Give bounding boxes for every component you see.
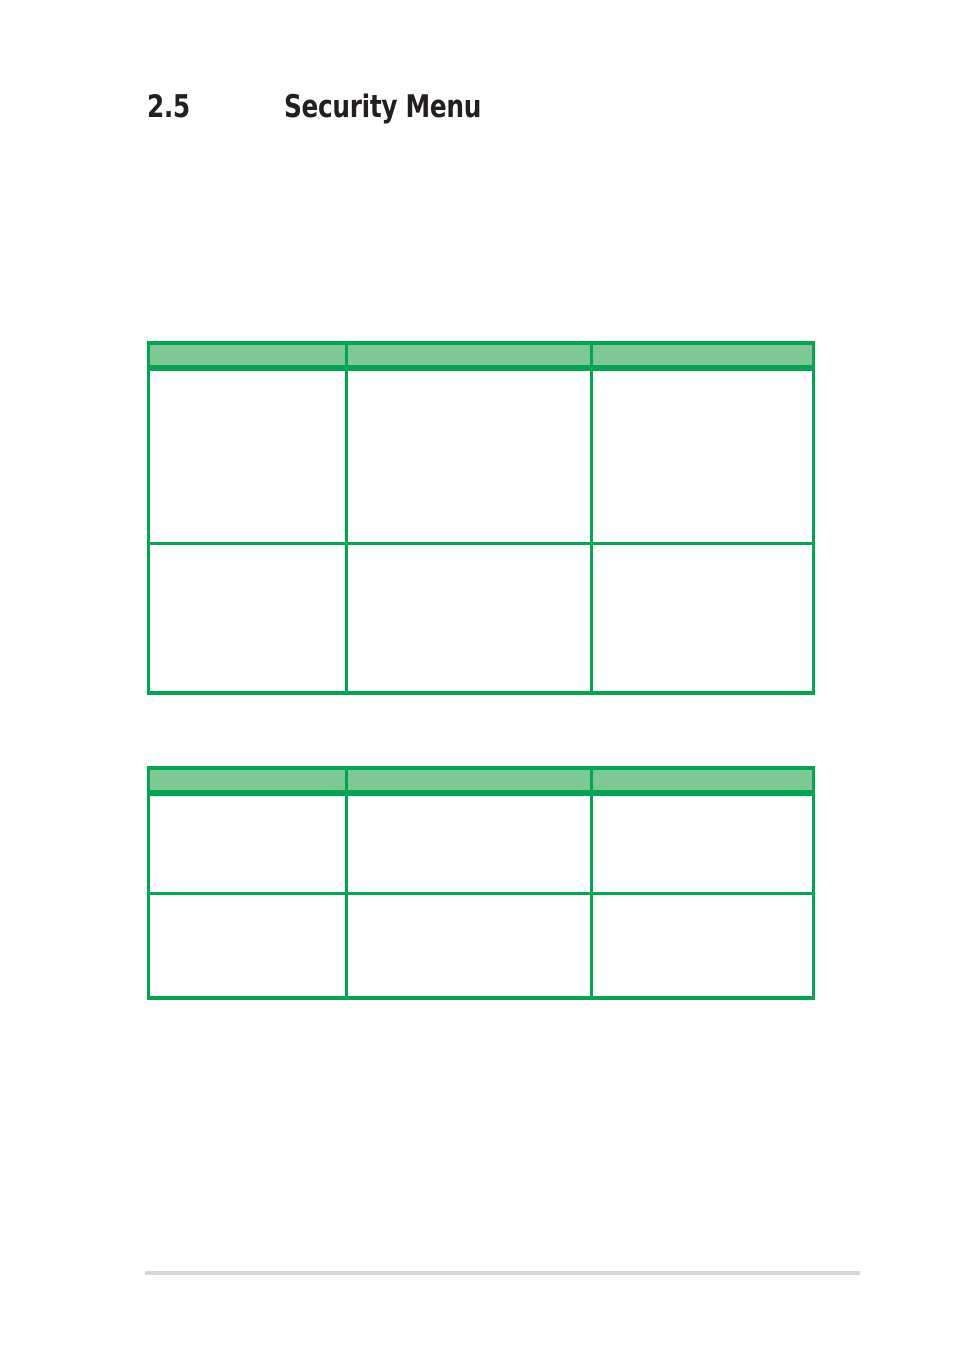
cell-text [150, 796, 345, 808]
table-header-cell [590, 766, 815, 796]
header-cell-text [348, 770, 590, 782]
cell-text [150, 545, 345, 557]
table-header-cell [345, 766, 593, 796]
table-cell [147, 543, 348, 695]
cell-text [348, 371, 590, 383]
table-header-cell [147, 766, 348, 796]
cell-text [593, 895, 812, 907]
table-one-body [147, 368, 815, 695]
table-row [147, 893, 815, 1000]
document-page: 2.5 Security Menu [0, 0, 954, 1351]
table-row [147, 543, 815, 695]
table-cell [590, 543, 815, 695]
table-header-row [147, 766, 815, 796]
table-cell [147, 893, 348, 1000]
table-header-cell [345, 341, 593, 371]
cell-text [593, 371, 812, 383]
table-cell [590, 893, 815, 1000]
header-cell-text [150, 345, 345, 357]
table-header-cell [590, 341, 815, 371]
table-cell [345, 543, 593, 695]
cell-text [150, 371, 345, 383]
section-title: Security Menu [284, 89, 482, 125]
specification-table-two [147, 766, 815, 1000]
cell-text [593, 796, 812, 808]
cell-text [348, 895, 590, 907]
table-cell [590, 793, 815, 895]
page-title: 2.5 Security Menu [147, 92, 555, 123]
header-cell-text [593, 770, 812, 782]
table-cell [590, 368, 815, 545]
cell-text [348, 545, 590, 557]
table-header-cell [147, 341, 348, 371]
specification-table-one [147, 341, 815, 695]
section-number: 2.5 [147, 89, 190, 125]
cell-text [150, 895, 345, 907]
table-row [147, 793, 815, 895]
footer-divider [145, 1271, 860, 1275]
cell-text [593, 545, 812, 557]
header-cell-text [348, 345, 590, 357]
table-cell [147, 793, 348, 895]
table-header-row [147, 341, 815, 371]
table-row [147, 368, 815, 545]
header-cell-text [150, 770, 345, 782]
table-one-header [147, 341, 815, 371]
table-two-header [147, 766, 815, 796]
cell-text [348, 796, 590, 808]
table-two-body [147, 793, 815, 1000]
table-cell [147, 368, 348, 545]
header-cell-text [593, 345, 812, 357]
table-cell [345, 793, 593, 895]
table-cell [345, 893, 593, 1000]
table-cell [345, 368, 593, 545]
